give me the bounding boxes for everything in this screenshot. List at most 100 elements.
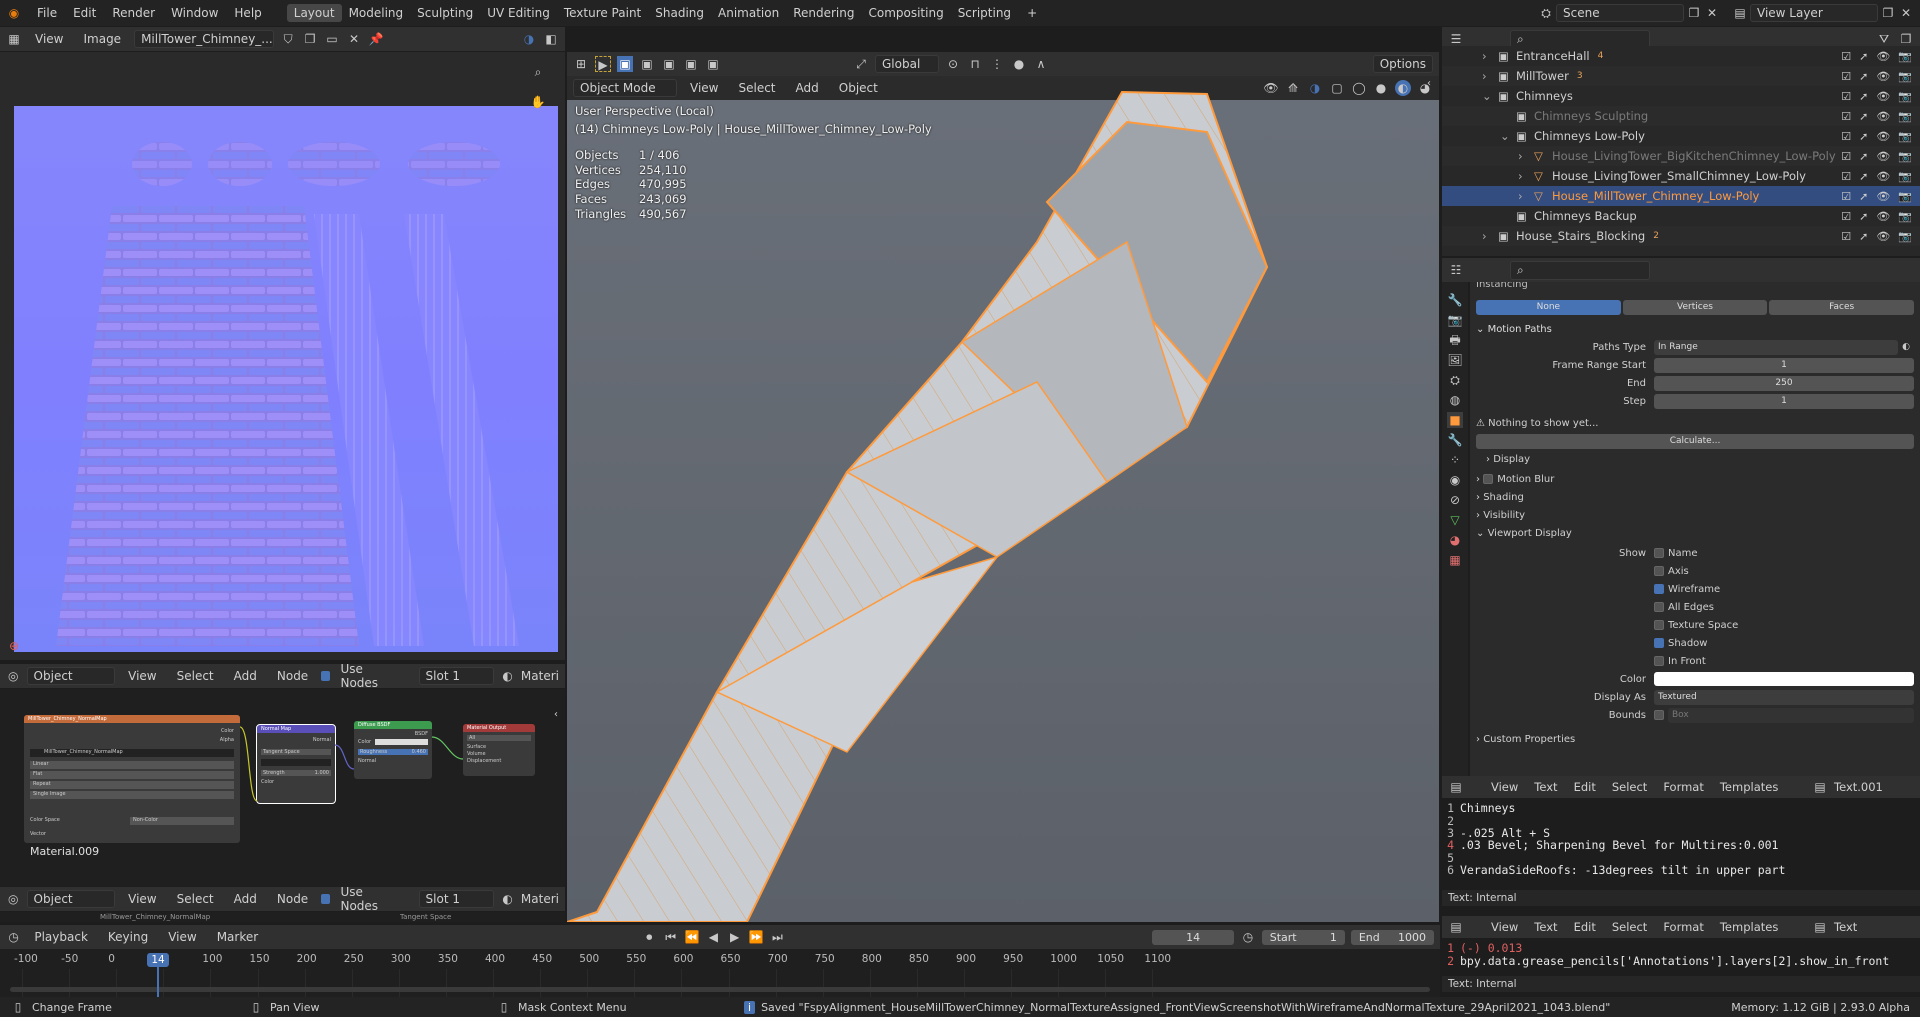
node-2-object-selector[interactable]: Object xyxy=(26,890,116,908)
expand-arrow-icon[interactable]: ⌄ xyxy=(1500,129,1516,143)
camera-icon[interactable]: 📷 xyxy=(1898,170,1912,183)
select-arrow-icon[interactable]: ➚ xyxy=(1859,50,1868,63)
workspace-tab-rendering[interactable]: Rendering xyxy=(786,4,861,22)
text-1-name-field[interactable]: Text.001 xyxy=(1834,780,1914,794)
bounds-dropdown[interactable]: Box xyxy=(1668,707,1914,723)
output-tab-icon[interactable]: 🖶 xyxy=(1447,332,1463,348)
collapse-toolbar-icon[interactable]: ‹ xyxy=(554,709,558,720)
slot-selector[interactable]: Slot 1 xyxy=(418,667,495,685)
timeline-scrollbar[interactable] xyxy=(10,987,1430,992)
use-nodes-2-checkbox[interactable] xyxy=(321,894,331,904)
workspace-tab-animation[interactable]: Animation xyxy=(711,4,786,22)
display-subpanel[interactable]: Display xyxy=(1493,454,1530,465)
material-browse-icon[interactable]: ◐ xyxy=(500,668,515,684)
paths-update-icon[interactable]: ◐ xyxy=(1898,339,1914,355)
instancing-faces[interactable]: Faces xyxy=(1769,299,1915,315)
jump-keyframe-back-icon[interactable]: ⏪ xyxy=(684,929,700,945)
instancing-none[interactable]: None xyxy=(1476,299,1621,315)
expand-arrow-icon[interactable]: › xyxy=(1518,169,1534,183)
eye-icon[interactable]: 👁 xyxy=(1876,130,1890,143)
menu-render[interactable]: Render xyxy=(105,4,162,22)
properties-type-icon[interactable]: ☷ xyxy=(1448,262,1464,278)
material-2-field[interactable]: Materi xyxy=(521,892,559,906)
playback-menu[interactable]: Playback xyxy=(27,928,95,946)
text_editor_2-menu-text[interactable]: Text xyxy=(1527,918,1564,936)
select-arrow-icon[interactable]: ➚ xyxy=(1859,190,1868,203)
pan-icon[interactable]: ✋ xyxy=(530,94,546,110)
node-2-select-menu[interactable]: Select xyxy=(170,890,221,908)
eye-icon[interactable]: 👁 xyxy=(1876,50,1890,63)
shading-panel[interactable]: Shading xyxy=(1483,492,1524,503)
select-arrow-icon[interactable]: ➚ xyxy=(1859,130,1868,143)
instancing-vertices[interactable]: Vertices xyxy=(1622,299,1768,315)
blender-logo-icon[interactable]: ◉ xyxy=(6,5,22,21)
image-name-field[interactable]: MillTower_Chimney_... xyxy=(134,30,275,48)
new-collection-icon[interactable]: ❐ xyxy=(1898,31,1914,47)
text_editor_2-menu-edit[interactable]: Edit xyxy=(1567,918,1603,936)
outliner-item[interactable]: › ▣ MillTower 3 ☑ ➚ 👁 📷 xyxy=(1442,66,1920,86)
outliner-item[interactable]: › ▣ House_Stairs_Blocking 2 ☑ ➚ 👁 📷 xyxy=(1442,226,1920,246)
show-checkbox[interactable] xyxy=(1654,656,1664,666)
frame-start-field[interactable]: 1 xyxy=(1654,357,1914,373)
camera-icon[interactable]: 📷 xyxy=(1898,70,1912,83)
workspace-tab-modeling[interactable]: Modeling xyxy=(342,4,411,22)
particles-tab-icon[interactable]: ⁘ xyxy=(1447,452,1463,468)
text-2-name-field[interactable]: Text xyxy=(1834,920,1914,934)
current-frame-field[interactable]: 14 xyxy=(1151,929,1235,945)
select-arrow-icon[interactable]: ➚ xyxy=(1859,210,1868,223)
text_editor_1-menu-select[interactable]: Select xyxy=(1605,778,1654,796)
editor-type-icon[interactable]: ▦ xyxy=(6,31,22,47)
workspace-tab-uv-editing[interactable]: UV Editing xyxy=(480,4,557,22)
overlay-icon[interactable]: ◑ xyxy=(521,31,537,47)
zoom-icon[interactable]: ⌕ xyxy=(530,64,546,80)
node-object-selector[interactable]: Object xyxy=(26,667,116,685)
image-editor-image-menu[interactable]: Image xyxy=(76,30,128,48)
eye-icon[interactable]: 👁 xyxy=(1876,230,1890,243)
tool-tab-icon[interactable]: 🔧 xyxy=(1447,292,1463,308)
material-tab-icon[interactable]: ◕ xyxy=(1447,532,1463,548)
text_editor_1-menu-format[interactable]: Format xyxy=(1656,778,1711,796)
select-arrow-icon[interactable]: ➚ xyxy=(1859,170,1868,183)
eye-icon[interactable]: 👁 xyxy=(1876,70,1890,83)
timeline-canvas[interactable]: -100-50050100150200250300350400450500550… xyxy=(0,949,1440,997)
exclude-checkbox-icon[interactable]: ☑ xyxy=(1841,150,1851,163)
workspace-tab-shading[interactable]: Shading xyxy=(648,4,711,22)
text-editor-1-type-icon[interactable]: ▤ xyxy=(1448,779,1464,795)
timeline-view-menu[interactable]: View xyxy=(161,928,203,946)
viewport-canvas[interactable]: ⊞ ▶ ▣ ▣ ▣ ▣ ▣ ⤢ Global ⊙ ⊓ ⋮ ● ∧ Options… xyxy=(567,52,1439,922)
select-arrow-icon[interactable]: ➚ xyxy=(1859,70,1868,83)
preview-range-icon[interactable]: ◷ xyxy=(1240,929,1255,945)
exclude-checkbox-icon[interactable]: ☑ xyxy=(1841,50,1851,63)
right-panel-toggle-icon[interactable]: ‹ xyxy=(1427,78,1431,89)
expand-arrow-icon[interactable]: › xyxy=(1482,69,1498,83)
visibility-panel[interactable]: Visibility xyxy=(1483,510,1525,521)
node-view-menu[interactable]: View xyxy=(121,667,163,685)
expand-arrow-icon[interactable]: › xyxy=(1518,149,1534,163)
exclude-checkbox-icon[interactable]: ☑ xyxy=(1841,210,1851,223)
text-editor-2-body[interactable]: 1 (-) 0.013 2 bpy.data.grease_pencils['Anno… xyxy=(1442,938,1920,972)
pin-icon[interactable]: 📌 xyxy=(368,31,384,47)
copy-layer-icon[interactable]: ❐ xyxy=(1880,5,1896,21)
node-add-menu[interactable]: Add xyxy=(227,667,264,685)
eye-icon[interactable]: 👁 xyxy=(1876,190,1890,203)
workspace-tab-compositing[interactable]: Compositing xyxy=(861,4,950,22)
workspace-tab-texture-paint[interactable]: Texture Paint xyxy=(557,4,648,22)
unlink-image-icon[interactable]: ✕ xyxy=(346,31,362,47)
end-field[interactable]: End 1000 xyxy=(1350,929,1434,945)
text-editor-2-type-icon[interactable]: ▤ xyxy=(1448,919,1464,935)
camera-icon[interactable]: 📷 xyxy=(1898,150,1912,163)
text_editor_2-menu-templates[interactable]: Templates xyxy=(1713,918,1785,936)
text_editor_1-menu-view[interactable]: View xyxy=(1484,778,1525,796)
outliner-item[interactable]: › ▽ House_MillTower_Chimney_Low-Poly ☑ ➚ 👁 📷 xyxy=(1442,186,1920,206)
expand-arrow-icon[interactable]: ⌄ xyxy=(1482,89,1498,103)
timeline-type-icon[interactable]: ◷ xyxy=(6,929,21,945)
workspace-tab-layout[interactable]: Layout xyxy=(286,4,342,22)
play-reverse-icon[interactable]: ◀ xyxy=(706,929,721,945)
open-image-icon[interactable]: ▭ xyxy=(324,31,340,47)
exclude-checkbox-icon[interactable]: ☑ xyxy=(1841,230,1851,243)
text_editor_2-menu-format[interactable]: Format xyxy=(1656,918,1711,936)
node-editor-type-icon[interactable]: ◎ xyxy=(6,668,21,684)
select-arrow-icon[interactable]: ➚ xyxy=(1859,90,1868,103)
motion-blur-panel[interactable]: Motion Blur xyxy=(1497,474,1554,485)
show-texture-space-row[interactable]: Texture Space xyxy=(1476,616,1914,634)
